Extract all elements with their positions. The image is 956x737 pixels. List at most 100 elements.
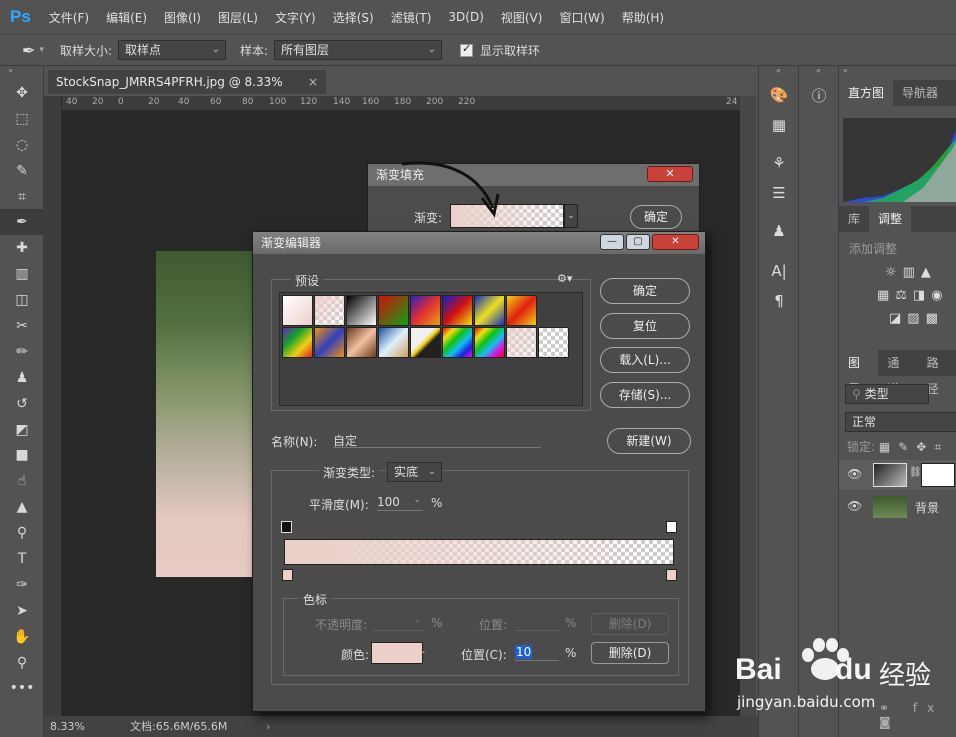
- sample-select[interactable]: 所有图层 ⌄: [274, 40, 443, 60]
- marquee-tool-icon[interactable]: ⬚: [0, 106, 44, 132]
- preset-swatch[interactable]: [314, 327, 345, 358]
- history-brush-tool-icon[interactable]: ↺: [0, 391, 44, 417]
- delete-color-button[interactable]: 删除(D): [591, 642, 669, 664]
- preset-swatch[interactable]: [410, 295, 441, 326]
- preset-swatch[interactable]: [378, 327, 409, 358]
- eyedropper-tool-icon[interactable]: ✒: [0, 209, 44, 236]
- quick-select-tool-icon[interactable]: ✎: [0, 158, 44, 184]
- pen-tool-icon[interactable]: ✑: [0, 572, 44, 598]
- layer-row-gradient[interactable]: 👁 ⛓: [839, 460, 956, 490]
- color-stop-left[interactable]: [282, 569, 293, 581]
- adjust-icons-row-2[interactable]: ▦⚖◨◉: [839, 288, 956, 303]
- preset-swatch[interactable]: [442, 327, 473, 358]
- patch-tool-icon[interactable]: ▥: [0, 261, 44, 287]
- preset-swatch[interactable]: [410, 327, 441, 358]
- menu-layer[interactable]: 图层(L): [218, 9, 258, 26]
- paragraph-panel-icon[interactable]: ¶: [759, 286, 799, 316]
- zoom-tool-icon[interactable]: ⚲: [0, 650, 44, 676]
- preset-swatch[interactable]: [282, 295, 313, 326]
- character-panel-icon[interactable]: A|: [759, 256, 799, 286]
- preset-swatch[interactable]: [378, 295, 409, 326]
- ok-button[interactable]: 确定: [600, 278, 690, 304]
- chevron-down-icon[interactable]: ⌄: [564, 204, 578, 228]
- sample-size-select[interactable]: 取样点 ⌄: [117, 40, 226, 60]
- tab-navigator[interactable]: 导航器: [893, 80, 947, 106]
- menu-view[interactable]: 视图(V): [501, 9, 543, 26]
- preset-swatch[interactable]: [346, 327, 377, 358]
- layer-row-background[interactable]: 👁 背景: [839, 492, 956, 522]
- preset-swatch[interactable]: [282, 327, 313, 358]
- dodge-tool-icon[interactable]: ⚲: [0, 520, 44, 546]
- menu-edit[interactable]: 编辑(E): [106, 9, 147, 26]
- blur-tool-icon[interactable]: ☝: [0, 468, 44, 494]
- tab-adjustments[interactable]: 调整: [869, 206, 912, 232]
- lasso-tool-icon[interactable]: ◌: [0, 132, 44, 158]
- tab-histogram[interactable]: 直方图: [839, 80, 894, 106]
- color-stop-right[interactable]: [666, 569, 677, 581]
- collapse-icon[interactable]: «: [799, 66, 838, 80]
- menu-help[interactable]: 帮助(H): [622, 9, 664, 26]
- more-tools-icon[interactable]: •••: [0, 675, 44, 701]
- path-select-tool-icon[interactable]: ➤: [0, 598, 44, 624]
- vertical-scrollbar[interactable]: [740, 96, 756, 716]
- menu-3d[interactable]: 3D(D): [448, 10, 483, 24]
- save-button[interactable]: 存储(S)...: [600, 382, 690, 408]
- eyedropper-icon[interactable]: ✒: [22, 41, 35, 60]
- show-ring-checkbox[interactable]: [460, 42, 474, 57]
- color-panel-icon[interactable]: 🎨: [759, 80, 799, 110]
- collapse-icon[interactable]: «: [839, 66, 956, 80]
- clone-source-icon[interactable]: ♟: [759, 216, 799, 246]
- color-swatch-button[interactable]: [371, 642, 423, 664]
- delete-opacity-button[interactable]: 删除(D): [591, 613, 669, 635]
- type-tool-icon[interactable]: T: [0, 546, 44, 572]
- minimize-icon[interactable]: —: [600, 234, 624, 250]
- hand-tool-icon[interactable]: ✋: [0, 624, 44, 650]
- menu-select[interactable]: 选择(S): [333, 9, 374, 26]
- brush-tool-icon[interactable]: ✏: [0, 339, 44, 365]
- adjust-icons-row-1[interactable]: ☼▥▲: [839, 265, 956, 280]
- preset-swatch[interactable]: [538, 327, 569, 358]
- puppet-warp-icon[interactable]: ✂: [0, 313, 44, 339]
- preset-swatch[interactable]: [506, 295, 537, 326]
- tab-paths[interactable]: 路径: [918, 350, 956, 396]
- zoom-level[interactable]: 8.33%: [50, 716, 85, 737]
- maximize-icon[interactable]: ▢: [626, 234, 650, 250]
- reset-button[interactable]: 复位: [600, 313, 690, 339]
- preset-swatch[interactable]: [314, 295, 345, 326]
- tab-channels[interactable]: 通道: [878, 350, 917, 396]
- info-panel-icon[interactable]: ⓘ: [799, 80, 839, 110]
- collapse-icon[interactable]: «: [759, 66, 798, 80]
- preset-swatch[interactable]: [474, 295, 505, 326]
- document-tab[interactable]: StockSnap_JMRRS4PFRH.jpg @ 8.33%(RGB/8) …: [48, 70, 326, 113]
- clone-stamp-tool-icon[interactable]: ♟: [0, 365, 44, 391]
- close-icon[interactable]: ✕: [652, 234, 699, 250]
- tool-preset-chevron-icon[interactable]: ▾: [39, 45, 44, 55]
- sharpen-tool-icon[interactable]: ▲: [0, 494, 44, 520]
- opacity-stop-right[interactable]: [666, 521, 677, 533]
- brush-panel-icon[interactable]: ⚘: [759, 148, 799, 178]
- gradient-type-select[interactable]: 实底 ⌄: [387, 462, 442, 482]
- kind-filter-select[interactable]: ⚲ 类型: [845, 384, 929, 404]
- menu-file[interactable]: 文件(F): [49, 9, 89, 26]
- location-input[interactable]: 10: [515, 645, 559, 661]
- blend-mode-select[interactable]: 正常: [845, 412, 956, 432]
- menu-window[interactable]: 窗口(W): [559, 9, 604, 26]
- collapse-icon[interactable]: »: [0, 66, 43, 80]
- eraser-tool-icon[interactable]: ◩: [0, 417, 44, 443]
- crop-tool-icon[interactable]: ⌗: [0, 184, 44, 210]
- new-button[interactable]: 新建(W): [607, 428, 691, 454]
- preset-swatch[interactable]: [442, 295, 473, 326]
- preset-swatch[interactable]: [506, 327, 537, 358]
- tab-library[interactable]: 库: [839, 206, 869, 232]
- move-tool-icon[interactable]: ✥: [0, 80, 44, 106]
- eye-icon[interactable]: 👁: [847, 499, 862, 513]
- fill-ok-button[interactable]: 确定: [630, 205, 682, 229]
- close-icon[interactable]: ×: [308, 70, 318, 94]
- eye-icon[interactable]: 👁: [847, 467, 862, 481]
- gradient-tool-icon[interactable]: ■: [0, 442, 44, 468]
- gear-icon[interactable]: ⚙▾: [557, 272, 572, 285]
- lock-icons[interactable]: ▦✎✥⌗: [879, 440, 949, 454]
- opacity-stop-left[interactable]: [281, 521, 292, 533]
- close-icon[interactable]: ✕: [647, 166, 693, 182]
- load-button[interactable]: 载入(L)...: [600, 347, 690, 373]
